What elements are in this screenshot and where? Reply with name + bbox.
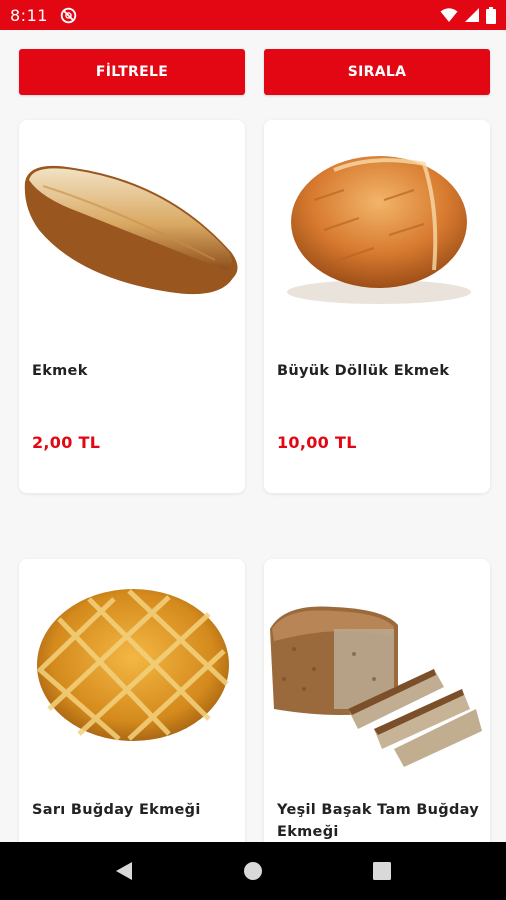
battery-icon — [486, 6, 496, 24]
product-image — [270, 606, 482, 767]
recents-button[interactable] — [362, 851, 402, 891]
product-image — [24, 165, 238, 295]
product-list-screen: FİLTRELE SIRALA Ekmek 2,00 TL Büyük Döll… — [0, 30, 506, 842]
product-image — [37, 589, 229, 741]
home-icon — [243, 862, 262, 880]
sort-button[interactable]: SIRALA — [264, 49, 490, 95]
filter-button[interactable]: FİLTRELE — [19, 49, 245, 95]
product-image — [287, 156, 471, 304]
back-button[interactable] — [104, 851, 144, 891]
navigation-bar — [0, 842, 506, 900]
product-name: Yeşil Başak Tam Buğday Ekmeği — [277, 802, 480, 840]
product-card[interactable]: Ekmek 2,00 TL — [19, 120, 245, 493]
home-button[interactable] — [233, 851, 273, 891]
recents-icon — [372, 862, 391, 880]
product-card[interactable]: Yeşil Başak Tam Buğday Ekmeği — [264, 559, 490, 842]
product-card[interactable]: Sarı Buğday Ekmeği — [19, 559, 245, 842]
product-card[interactable]: Büyük Döllük Ekmek 10,00 TL — [264, 120, 490, 493]
product-name: Ekmek — [32, 363, 88, 379]
status-time: 8:11 — [10, 5, 48, 25]
status-bar: 8:11 — [0, 0, 506, 30]
do-not-disturb-icon — [60, 7, 77, 23]
status-icons — [440, 6, 496, 24]
product-name: Büyük Döllük Ekmek — [277, 363, 450, 379]
wifi-icon — [440, 8, 458, 22]
signal-icon — [465, 8, 479, 22]
product-price: 2,00 TL — [32, 433, 101, 452]
product-price: 10,00 TL — [277, 433, 357, 452]
product-name: Sarı Buğday Ekmeği — [32, 802, 201, 818]
back-icon — [116, 862, 133, 880]
